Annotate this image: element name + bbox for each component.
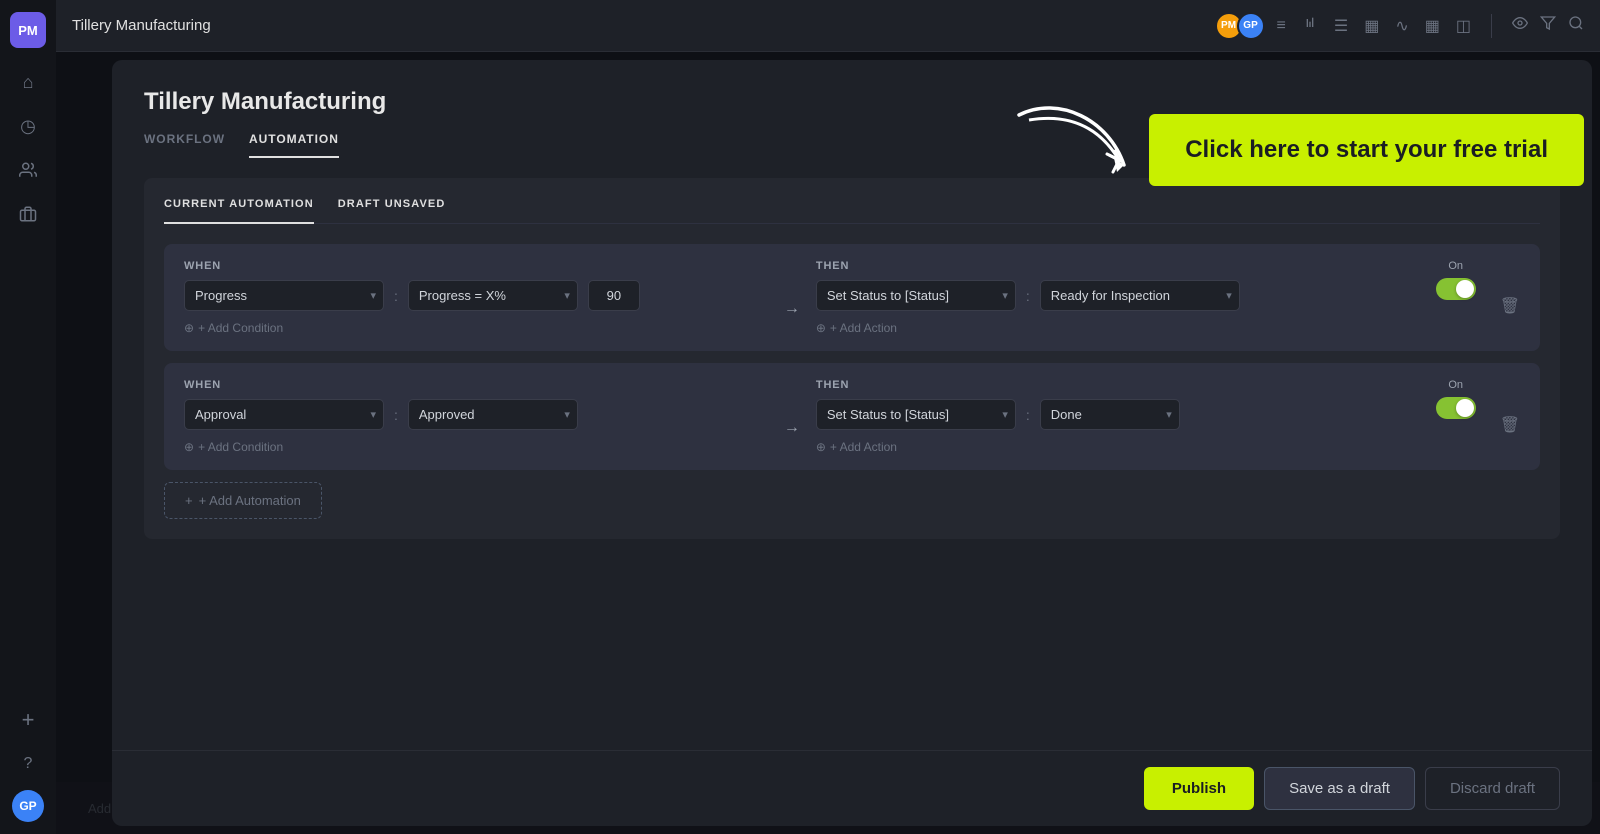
action-field-select-1[interactable]: Set Status to [Status] — [816, 280, 1016, 311]
delete-btn-1[interactable]: 🗑 — [1500, 260, 1520, 316]
add-condition-btn-1[interactable]: ⊕ + Add Condition — [184, 321, 768, 335]
filter-icon[interactable] — [1540, 15, 1556, 36]
condition-op-select-2[interactable]: Approved — [408, 399, 578, 430]
when-label-2: WHEN — [184, 379, 768, 391]
tab-automation[interactable]: AUTOMATION — [249, 132, 339, 158]
toggle-2[interactable] — [1436, 397, 1476, 419]
condition-val-input-1[interactable] — [588, 280, 640, 311]
action-val-select-2[interactable]: Done — [1040, 399, 1180, 430]
avatar-2: GP — [1237, 12, 1265, 40]
then-section-2: THEN Set Status to [Status] : — [816, 379, 1400, 454]
question-icon[interactable]: ? — [10, 746, 46, 782]
action-val-wrap-2: Done — [1040, 399, 1180, 430]
automation-panel: CURRENT AUTOMATION DRAFT UNSAVED WHEN Pr — [144, 178, 1560, 539]
save-draft-button[interactable]: Save as a draft — [1264, 767, 1415, 810]
colon-then-2: : — [1026, 407, 1030, 423]
condition-field-wrap-2: Approval — [184, 399, 384, 430]
main-area: Add a Task Add a Task Click here to star… — [56, 52, 1600, 834]
cta-area: Click here to start your free trial — [1009, 100, 1584, 200]
file-icon[interactable]: ◫ — [1456, 16, 1471, 36]
panel-tab-current[interactable]: CURRENT AUTOMATION — [164, 198, 314, 224]
condition-field-wrap-1: Progress — [184, 280, 384, 311]
modal-body: CURRENT AUTOMATION DRAFT UNSAVED WHEN Pr — [112, 158, 1592, 750]
rule-card-1: WHEN Progress : Progr — [164, 244, 1540, 351]
menu-icon[interactable]: ☰ — [1334, 16, 1348, 36]
condition-field-select-2[interactable]: Approval — [184, 399, 384, 430]
action-val-select-1[interactable]: Ready for Inspection — [1040, 280, 1240, 311]
eye-icon[interactable] — [1512, 15, 1528, 36]
discard-button[interactable]: Discard draft — [1425, 767, 1560, 810]
modal-footer: Publish Save as a draft Discard draft — [112, 750, 1592, 826]
search-icon[interactable] — [1568, 15, 1584, 36]
add-action-btn-2[interactable]: ⊕ + Add Action — [816, 440, 1400, 454]
condition-op-wrap-2: Approved — [408, 399, 578, 430]
add-automation-icon: + — [185, 493, 193, 508]
wave-icon[interactable]: ∿ — [1395, 16, 1408, 36]
list-icon[interactable]: ≡ — [1277, 17, 1286, 35]
home-icon[interactable]: ⌂ — [10, 64, 46, 100]
app-logo[interactable]: PM — [10, 12, 46, 48]
rule-card-2: WHEN Approval : Appro — [164, 363, 1540, 470]
colon-1: : — [394, 288, 398, 304]
action-field-wrap-2: Set Status to [Status] — [816, 399, 1016, 430]
condition-op-wrap-1: Progress = X% — [408, 280, 578, 311]
add-condition-btn-2[interactable]: ⊕ + Add Condition — [184, 440, 768, 454]
plus-icon[interactable]: + — [10, 702, 46, 738]
action-val-wrap-1: Ready for Inspection — [1040, 280, 1240, 311]
topbar-avatars: PM GP — [1215, 12, 1265, 40]
rule-arrow-2: → — [784, 379, 800, 437]
action-field-wrap-1: Set Status to [Status] — [816, 280, 1016, 311]
toggle-area-1: On — [1436, 260, 1476, 300]
add-automation-button[interactable]: + + Add Automation — [164, 482, 322, 519]
toggle-label-2: On — [1448, 379, 1463, 391]
cta-arrow — [1009, 100, 1149, 200]
toggle-label-1: On — [1448, 260, 1463, 272]
colon-then-1: : — [1026, 288, 1030, 304]
briefcase-icon[interactable] — [10, 196, 46, 232]
publish-button[interactable]: Publish — [1144, 767, 1254, 810]
condition-op-select-1[interactable]: Progress = X% — [408, 280, 578, 311]
when-section-2: WHEN Approval : Appro — [184, 379, 768, 454]
toggle-1[interactable] — [1436, 278, 1476, 300]
sidebar: PM ⌂ ◷ + ? GP — [0, 0, 56, 834]
cta-button[interactable]: Click here to start your free trial — [1149, 114, 1584, 185]
condition-field-select-1[interactable]: Progress — [184, 280, 384, 311]
tab-workflow[interactable]: WORKFLOW — [144, 132, 225, 158]
when-section-1: WHEN Progress : Progr — [184, 260, 768, 335]
add-action-btn-1[interactable]: ⊕ + Add Action — [816, 321, 1400, 335]
users-icon[interactable] — [10, 152, 46, 188]
then-section-1: THEN Set Status to [Status] : — [816, 260, 1400, 335]
panel-tabs: CURRENT AUTOMATION DRAFT UNSAVED — [164, 198, 1540, 224]
delete-btn-2[interactable]: 🗑 — [1500, 379, 1520, 435]
colon-2: : — [394, 407, 398, 423]
topbar-icons: ≡ ☰ ▦ ∿ ▦ ◫ — [1277, 15, 1471, 36]
toggle-area-2: On — [1436, 379, 1476, 419]
action-field-select-2[interactable]: Set Status to [Status] — [816, 399, 1016, 430]
when-label-1: WHEN — [184, 260, 768, 272]
rule-arrow-1: → — [784, 260, 800, 318]
user-avatar[interactable]: GP — [12, 790, 44, 822]
then-label-1: THEN — [816, 260, 1400, 272]
topbar-title: Tillery Manufacturing — [72, 17, 1203, 34]
then-label-2: THEN — [816, 379, 1400, 391]
calendar-icon[interactable]: ▦ — [1425, 16, 1440, 36]
clock-icon[interactable]: ◷ — [10, 108, 46, 144]
topbar: Tillery Manufacturing PM GP ≡ ☰ ▦ ∿ ▦ ◫ — [56, 0, 1600, 52]
grid-icon[interactable]: ▦ — [1364, 16, 1379, 36]
panel-tab-draft[interactable]: DRAFT UNSAVED — [338, 198, 446, 224]
chart-icon[interactable] — [1302, 15, 1318, 36]
